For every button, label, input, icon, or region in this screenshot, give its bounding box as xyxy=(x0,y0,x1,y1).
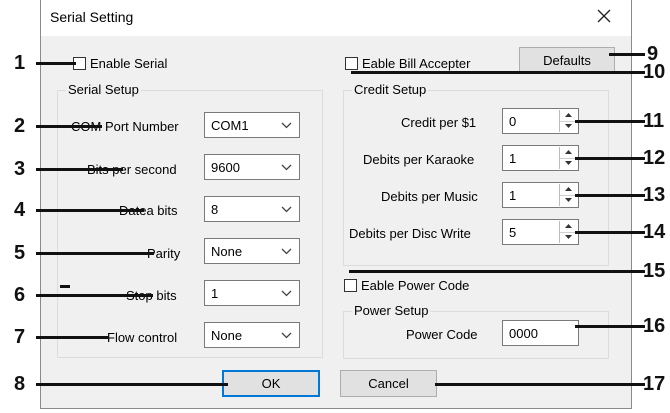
callout-16: 16 xyxy=(643,315,666,337)
chevron-down-icon xyxy=(281,164,292,171)
chevron-down-icon xyxy=(281,206,292,213)
debits-per-karaoke-spinner[interactable]: 1 xyxy=(502,145,579,171)
stop-bits-select[interactable]: 1 xyxy=(204,280,300,306)
parity-select[interactable]: None xyxy=(204,238,300,264)
debits-per-disc-write-label: Debits per Disc Write xyxy=(349,226,471,241)
chevron-down-icon xyxy=(281,290,292,297)
callout-5: 5 xyxy=(14,242,26,264)
defaults-button[interactable]: Defaults xyxy=(519,47,615,74)
title-bar: Serial Setting xyxy=(41,0,631,36)
callout-15: 15 xyxy=(643,260,666,282)
com-port-value: COM1 xyxy=(211,118,249,133)
bits-per-second-select[interactable]: 9600 xyxy=(204,154,300,180)
callout-10: 10 xyxy=(643,61,666,83)
stray-mark xyxy=(60,285,70,288)
callout-16-line xyxy=(575,325,645,328)
bill-accepter-checkbox[interactable] xyxy=(345,57,358,70)
debits-per-karaoke-value: 1 xyxy=(509,151,517,166)
flow-control-value: None xyxy=(211,328,243,343)
callout-13-line xyxy=(575,194,645,197)
callout-7: 7 xyxy=(14,326,26,348)
close-icon[interactable] xyxy=(597,6,611,28)
credit-per-dollar-spinner[interactable]: 0 xyxy=(502,108,579,134)
callout-8-line xyxy=(36,383,228,386)
enable-serial-label: Enable Serial xyxy=(90,56,168,71)
callout-12: 12 xyxy=(643,147,666,169)
window-title: Serial Setting xyxy=(50,9,134,25)
callout-4-line xyxy=(36,209,144,212)
flow-control-label: Flow control xyxy=(107,330,178,345)
callout-10-line xyxy=(351,71,645,74)
chevron-down-icon xyxy=(281,248,292,255)
callout-2: 2 xyxy=(14,115,26,137)
debits-per-disc-write-spinner[interactable]: 5 xyxy=(502,219,579,245)
debits-per-music-spinner[interactable]: 1 xyxy=(502,182,579,208)
debits-per-music-value: 1 xyxy=(509,188,517,203)
credit-per-dollar-label: Credit per $1 xyxy=(401,115,477,130)
credit-setup-legend: Credit Setup xyxy=(352,82,429,97)
debits-per-karaoke-label: Debits per Karaoke xyxy=(363,152,475,167)
power-code-checkbox[interactable] xyxy=(344,279,357,292)
cancel-button[interactable]: Cancel xyxy=(340,370,437,397)
callout-4: 4 xyxy=(14,199,26,221)
callout-17: 17 xyxy=(643,373,666,395)
callout-7-line xyxy=(36,336,108,339)
com-port-select[interactable]: COM1 xyxy=(204,112,300,138)
serial-setup-legend: Serial Setup xyxy=(66,82,141,97)
stop-bits-value: 1 xyxy=(211,286,219,301)
callout-3: 3 xyxy=(14,158,26,180)
bill-accepter-label: Eable Bill Accepter xyxy=(362,56,471,71)
callout-1-line xyxy=(36,62,76,65)
parity-value: None xyxy=(211,244,243,259)
callout-9-line xyxy=(609,53,645,56)
callout-14: 14 xyxy=(643,221,666,243)
callout-11-line xyxy=(575,120,645,123)
callout-2-line xyxy=(36,125,102,128)
bits-per-second-value: 9600 xyxy=(211,160,240,175)
power-code-value: 0000 xyxy=(509,326,538,341)
callout-15-line xyxy=(349,270,645,273)
power-setup-legend: Power Setup xyxy=(352,303,431,318)
callout-6-line xyxy=(36,294,153,297)
callout-13: 13 xyxy=(643,184,666,206)
ok-button[interactable]: OK xyxy=(222,370,320,397)
power-code-field-label: Power Code xyxy=(406,327,478,342)
callout-14-line xyxy=(575,231,645,234)
power-code-input[interactable]: 0000 xyxy=(502,320,579,346)
power-code-label: Eable Power Code xyxy=(361,278,470,293)
chevron-down-icon xyxy=(281,122,292,129)
debits-per-disc-write-value: 5 xyxy=(509,225,517,240)
callout-17-line xyxy=(435,383,645,386)
data-bits-value: 8 xyxy=(211,202,219,217)
callout-8: 8 xyxy=(14,373,26,395)
callout-12-line xyxy=(575,157,645,160)
callout-5-line xyxy=(36,252,154,255)
debits-per-music-label: Debits per Music xyxy=(381,189,478,204)
credit-per-dollar-value: 0 xyxy=(509,114,517,129)
data-bits-select[interactable]: 8 xyxy=(204,196,300,222)
chevron-down-icon xyxy=(281,332,292,339)
callout-1: 1 xyxy=(14,52,26,74)
callout-3-line xyxy=(36,168,123,171)
callout-11: 11 xyxy=(643,110,665,132)
callout-6: 6 xyxy=(14,284,26,306)
flow-control-select[interactable]: None xyxy=(204,322,300,348)
